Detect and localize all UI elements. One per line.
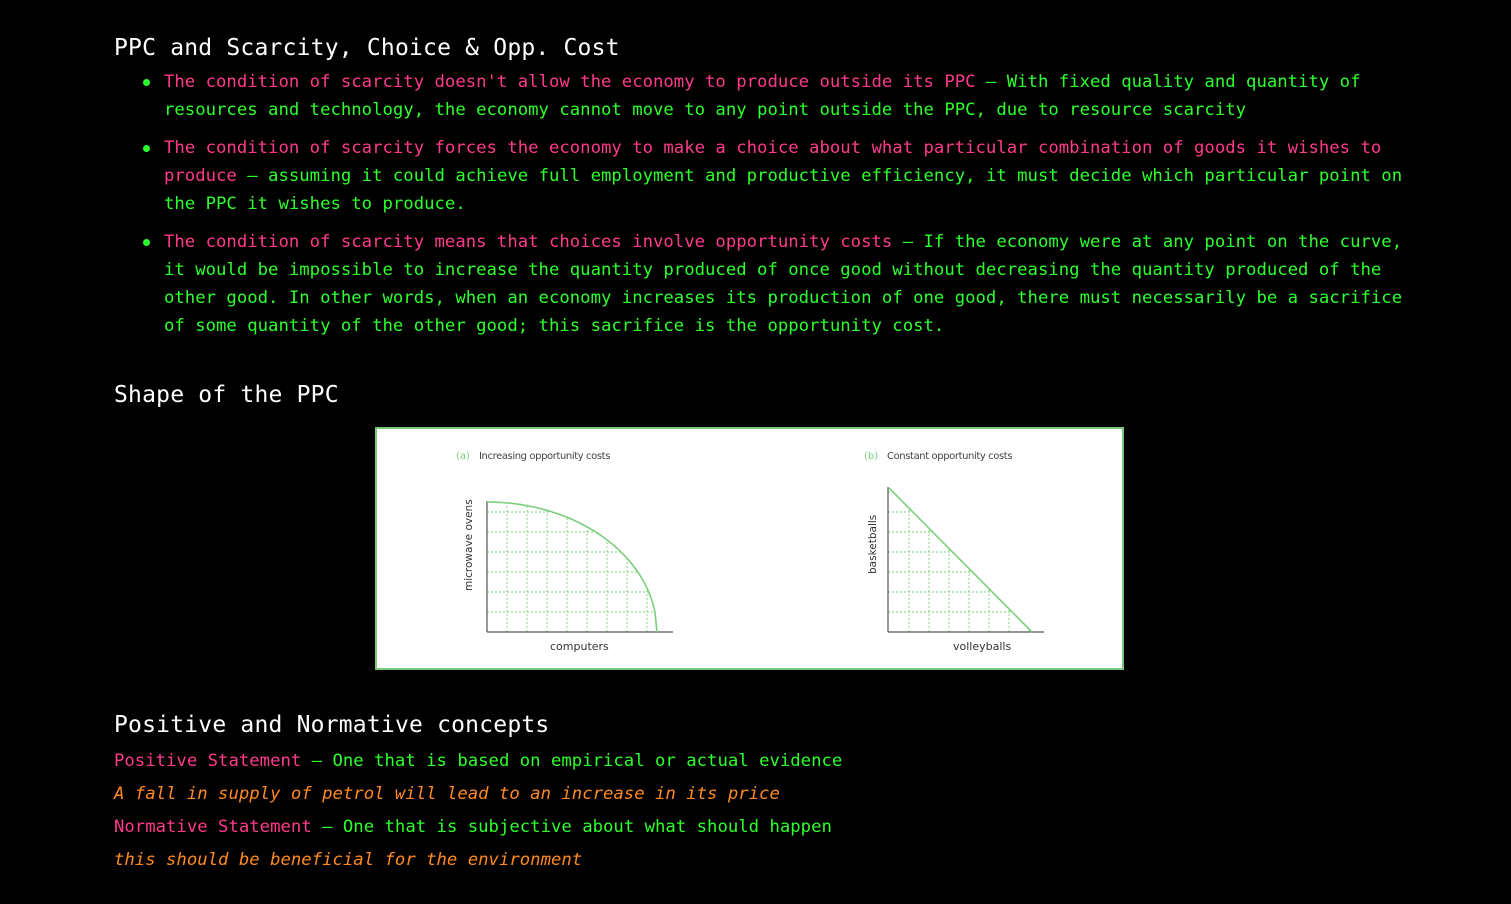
ppc-diagram: (a) Increasing opportunity costs microwa…	[456, 451, 1044, 653]
positive-statement-definition: – One that is based on empirical or actu…	[301, 751, 843, 771]
section-title-scarcity: PPC and Scarcity, Choice & Opp. Cost	[114, 35, 620, 61]
list-item: The condition of scarcity doesn't allow …	[143, 68, 1404, 124]
positive-statement-line: Positive Statement – One that is based o…	[114, 745, 842, 778]
normative-statement-label: Normative Statement	[114, 817, 312, 837]
panel-a: (a) Increasing opportunity costs microwa…	[456, 451, 673, 653]
bullet-lead-text: The condition of scarcity doesn't allow …	[164, 72, 976, 92]
normative-statement-example: this should be beneficial for the enviro…	[114, 850, 583, 870]
panel-b-xlabel: volleyballs	[953, 640, 1011, 653]
panel-b-title: Constant opportunity costs	[887, 451, 1012, 462]
panel-a-title: Increasing opportunity costs	[479, 451, 610, 462]
panel-a-letter: (a)	[456, 451, 470, 462]
positive-normative-block: Positive Statement – One that is based o…	[114, 745, 842, 877]
list-item: The condition of scarcity means that cho…	[143, 228, 1404, 340]
list-item: The condition of scarcity forces the eco…	[143, 134, 1404, 218]
positive-statement-label: Positive Statement	[114, 751, 302, 771]
section-title-positive-normative: Positive and Normative concepts	[114, 712, 550, 738]
bullet-dot-icon	[143, 145, 150, 152]
normative-statement-line: Normative Statement – One that is subjec…	[114, 811, 842, 844]
panel-a-grid	[487, 502, 655, 632]
section-title-shape: Shape of the PPC	[114, 382, 339, 408]
panel-b-letter: (b)	[864, 451, 878, 462]
bullet-body-text: – assuming it could achieve full employm…	[164, 166, 1403, 214]
panel-b-ppc-line	[888, 487, 1033, 633]
panel-b: (b) Constant opportunity costs basketbal…	[864, 451, 1044, 653]
positive-statement-example: A fall in supply of petrol will lead to …	[114, 784, 780, 804]
ppc-figure-image: (a) Increasing opportunity costs microwa…	[375, 427, 1124, 670]
panel-a-ppc-curve	[487, 501, 658, 633]
panel-a-xlabel: computers	[550, 640, 609, 653]
panel-b-grid	[888, 491, 1030, 632]
scarcity-bullet-list: The condition of scarcity doesn't allow …	[114, 68, 1414, 340]
panel-a-ylabel: microwave ovens	[463, 499, 475, 591]
bullet-dot-icon	[143, 239, 150, 246]
panel-b-ylabel: basketballs	[867, 515, 879, 574]
normative-statement-definition: – One that is subjective about what shou…	[311, 817, 832, 837]
bullet-lead-text: The condition of scarcity means that cho…	[164, 232, 893, 252]
bullet-dot-icon	[143, 79, 150, 86]
notes-document: PPC and Scarcity, Choice & Opp. Cost The…	[114, 30, 1414, 870]
